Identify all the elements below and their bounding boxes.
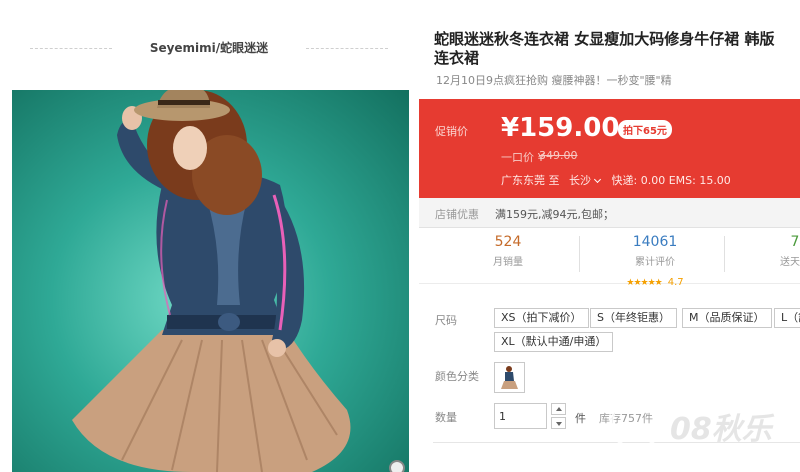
ship-city-selector[interactable]: 长沙 [569, 174, 591, 187]
zoom-icon[interactable] [389, 460, 405, 472]
stats-row: 524 月销量 14061 累计评价 ★★★★★ 4.7 7 送天猫 [419, 228, 800, 288]
points: 7 送天猫 [765, 234, 800, 268]
quantity-decrease-icon[interactable] [551, 417, 566, 429]
size-option-m[interactable]: M（品质保证） [682, 308, 772, 328]
product-title-line1: 蛇眼迷迷秋冬连衣裙 女显瘦加大码修身牛仔裙 韩版 [434, 30, 775, 48]
promo-price-label: 促销价 [435, 125, 468, 138]
size-option-s[interactable]: S（年终钜惠） [590, 308, 677, 328]
product-title-line2: 连衣裙 [434, 49, 480, 67]
reviews[interactable]: 14061 累计评价 ★★★★★ 4.7 [615, 234, 695, 289]
promo-price: ¥159.00 [501, 113, 620, 143]
model-illustration [72, 90, 351, 472]
star-rating-icon: ★★★★★ [626, 278, 662, 288]
product-title: 蛇眼迷迷秋冬连衣裙 女显瘦加大码修身牛仔裙 韩版 连衣裙 [434, 30, 800, 68]
reviews-count[interactable]: 14061 [615, 234, 695, 250]
size-option-l[interactable]: L（舒 [774, 308, 800, 328]
points-label: 送天猫 [780, 257, 800, 268]
chevron-down-icon[interactable] [593, 175, 602, 184]
quantity-increase-icon[interactable] [551, 403, 566, 415]
quantity-input[interactable] [494, 403, 547, 429]
dress-thumbnail-icon [501, 366, 518, 389]
product-main-image[interactable] [12, 90, 409, 472]
price-panel: 促销价 ¥159.00 拍下65元 一口价 ¥ 349.00 广东东莞 至 长沙… [419, 99, 800, 198]
size-label: 尺码 [435, 314, 457, 327]
monthly-sales-value: 524 [494, 234, 522, 250]
quantity-label: 数量 [435, 411, 457, 424]
original-price-label: 一口价 ¥ [501, 151, 545, 164]
color-swatch[interactable] [494, 362, 525, 393]
product-subtitle: 12月10日9点疯狂抢购 瘦腰神器！一秒变"腰"精 [436, 74, 672, 87]
size-option-xl[interactable]: XL（默认中通/申通） [494, 332, 614, 352]
divider [306, 48, 388, 49]
shop-discount-label: 店铺优惠 [435, 208, 479, 221]
shop-discount: 店铺优惠 满159元,减94元,包邮； [419, 198, 800, 228]
original-price: 349.00 [539, 149, 578, 162]
shipping-info: 广东东莞 至 长沙 快递: 0.00 EMS: 15.00 [501, 172, 731, 188]
rating-value: 4.7 [667, 277, 684, 288]
points-value: 7 [790, 234, 800, 250]
watermark-text: 08秋乐 [670, 412, 772, 447]
divider [579, 236, 580, 272]
ship-from: 广东东莞 至 [501, 174, 560, 187]
size-option-xs[interactable]: XS（拍下减价） [494, 308, 589, 328]
shop-discount-value: 满159元,减94元,包邮； [495, 208, 614, 221]
monthly-sales-label: 月销量 [493, 257, 523, 268]
product-gallery: Seyemimi/蛇眼迷迷 [0, 0, 419, 472]
monthly-sales: 524 月销量 [481, 234, 535, 268]
divider [724, 236, 725, 272]
watermark: 08秋乐 [610, 396, 800, 456]
shop-header: Seyemimi/蛇眼迷迷 [30, 38, 388, 58]
watermark-ring [610, 398, 662, 450]
reviews-label: 累计评价 [635, 257, 675, 268]
ship-cost: 快递: 0.00 EMS: 15.00 [611, 174, 731, 187]
discount-badge: 拍下65元 [618, 120, 672, 139]
quantity-unit: 件 [575, 412, 586, 425]
color-label: 颜色分类 [435, 370, 479, 383]
